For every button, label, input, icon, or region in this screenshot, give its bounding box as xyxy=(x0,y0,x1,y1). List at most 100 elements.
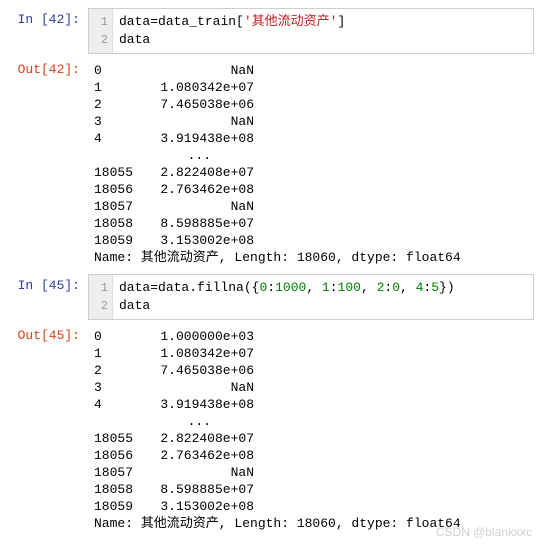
out-val: 3.919438e+08 xyxy=(144,130,254,147)
out-idx: 18059 xyxy=(94,232,144,249)
tok: data xyxy=(119,14,150,29)
tok: 5 xyxy=(431,280,439,295)
out-val: NaN xyxy=(144,113,254,130)
out-val: 7.465038e+06 xyxy=(144,96,254,113)
tok: 0 xyxy=(392,280,400,295)
out-val: NaN xyxy=(144,379,254,396)
tok: [ xyxy=(236,14,244,29)
tok: '其他流动资产' xyxy=(244,14,338,29)
out-idx: 4 xyxy=(94,396,144,413)
line-num: 2 xyxy=(89,31,108,49)
out-val: 3.919438e+08 xyxy=(144,396,254,413)
out-val: 8.598885e+07 xyxy=(144,481,254,498)
output-text-45: 01.000000e+0311.080342e+0727.465038e+063… xyxy=(88,324,534,536)
tok: , xyxy=(361,280,377,295)
tok: data.fillna xyxy=(158,280,244,295)
gutter-45: 12 xyxy=(89,275,113,319)
out-row: 180552.822408e+07 xyxy=(94,164,528,181)
out-idx: 2 xyxy=(94,362,144,379)
out-val: NaN xyxy=(144,464,254,481)
input-cell-45: In [45]: 12 data=data.fillna({0:1000, 1:… xyxy=(8,274,534,320)
tok: }) xyxy=(439,280,455,295)
out-row: 180593.153002e+08 xyxy=(94,498,528,515)
output-cell-42: Out[42]: 0NaN11.080342e+0727.465038e+063… xyxy=(8,58,534,270)
out-val: 3.153002e+08 xyxy=(144,498,254,515)
out-row: 43.919438e+08 xyxy=(94,396,528,413)
out-row: 43.919438e+08 xyxy=(94,130,528,147)
out-row: 180588.598885e+07 xyxy=(94,481,528,498)
out-idx: 18055 xyxy=(94,164,144,181)
out-idx: 18055 xyxy=(94,430,144,447)
out-row: 18057NaN xyxy=(94,464,528,481)
output-cell-45: Out[45]: 01.000000e+0311.080342e+0727.46… xyxy=(8,324,534,536)
code-area-45[interactable]: 12 data=data.fillna({0:1000, 1:100, 2:0,… xyxy=(88,274,534,320)
tok: ] xyxy=(337,14,345,29)
tok: , xyxy=(400,280,416,295)
out-row: 27.465038e+06 xyxy=(94,96,528,113)
out-row: 11.080342e+07 xyxy=(94,79,528,96)
out-val: 8.598885e+07 xyxy=(144,215,254,232)
out-row: 0NaN xyxy=(94,62,528,79)
out-idx: 1 xyxy=(94,345,144,362)
out-row: 180588.598885e+07 xyxy=(94,215,528,232)
out-idx: 4 xyxy=(94,130,144,147)
out-prompt-42: Out[42]: xyxy=(8,58,88,270)
out-idx: 18059 xyxy=(94,498,144,515)
out-idx: 18056 xyxy=(94,181,144,198)
out-row: 11.080342e+07 xyxy=(94,345,528,362)
out-val: 2.822408e+07 xyxy=(144,430,254,447)
tok: data xyxy=(119,298,150,313)
out-row: 18057NaN xyxy=(94,198,528,215)
out-row: 180562.763462e+08 xyxy=(94,447,528,464)
out-idx: 3 xyxy=(94,113,144,130)
out-idx: 18056 xyxy=(94,447,144,464)
tok: = xyxy=(150,280,158,295)
out-meta: Name: 其他流动资产, Length: 18060, dtype: floa… xyxy=(94,249,528,266)
tok: : xyxy=(267,280,275,295)
in-prompt-42: In [42]: xyxy=(8,8,88,54)
line-num: 1 xyxy=(89,279,108,297)
out-row: 3NaN xyxy=(94,379,528,396)
out-val: 2.763462e+08 xyxy=(144,181,254,198)
in-prompt-45: In [45]: xyxy=(8,274,88,320)
code-area-42[interactable]: 12 data=data_train['其他流动资产'] data xyxy=(88,8,534,54)
out-val: 1.080342e+07 xyxy=(144,79,254,96)
out-val: NaN xyxy=(144,62,254,79)
out-row: 180562.763462e+08 xyxy=(94,181,528,198)
out-idx: 3 xyxy=(94,379,144,396)
watermark: CSDN @blankxxc xyxy=(436,525,532,539)
out-val: 7.465038e+06 xyxy=(144,362,254,379)
out-idx: 1 xyxy=(94,79,144,96)
tok: 100 xyxy=(338,280,361,295)
out-prompt-45: Out[45]: xyxy=(8,324,88,536)
out-idx: 18058 xyxy=(94,215,144,232)
tok: data_train xyxy=(158,14,236,29)
code-input-45[interactable]: data=data.fillna({0:1000, 1:100, 2:0, 4:… xyxy=(113,275,533,319)
tok: data xyxy=(119,280,150,295)
out-idx: 18057 xyxy=(94,464,144,481)
out-row: 01.000000e+03 xyxy=(94,328,528,345)
out-idx: 0 xyxy=(94,62,144,79)
out-row: 27.465038e+06 xyxy=(94,362,528,379)
out-ellipsis: ... xyxy=(94,413,528,430)
out-val: 1.000000e+03 xyxy=(144,328,254,345)
out-row: 180552.822408e+07 xyxy=(94,430,528,447)
tok: = xyxy=(150,14,158,29)
out-idx: 2 xyxy=(94,96,144,113)
out-row: 180593.153002e+08 xyxy=(94,232,528,249)
out-idx: 0 xyxy=(94,328,144,345)
out-ellipsis: ... xyxy=(94,147,528,164)
tok: 1 xyxy=(322,280,330,295)
out-val: 1.080342e+07 xyxy=(144,345,254,362)
tok: data xyxy=(119,32,150,47)
line-num: 2 xyxy=(89,297,108,315)
output-text-42: 0NaN11.080342e+0727.465038e+063NaN43.919… xyxy=(88,58,534,270)
input-cell-42: In [42]: 12 data=data_train['其他流动资产'] da… xyxy=(8,8,534,54)
code-input-42[interactable]: data=data_train['其他流动资产'] data xyxy=(113,9,533,53)
out-row: 3NaN xyxy=(94,113,528,130)
tok: ({ xyxy=(244,280,260,295)
out-val: 3.153002e+08 xyxy=(144,232,254,249)
tok: 1000 xyxy=(275,280,306,295)
tok: : xyxy=(330,280,338,295)
tok: , xyxy=(306,280,322,295)
